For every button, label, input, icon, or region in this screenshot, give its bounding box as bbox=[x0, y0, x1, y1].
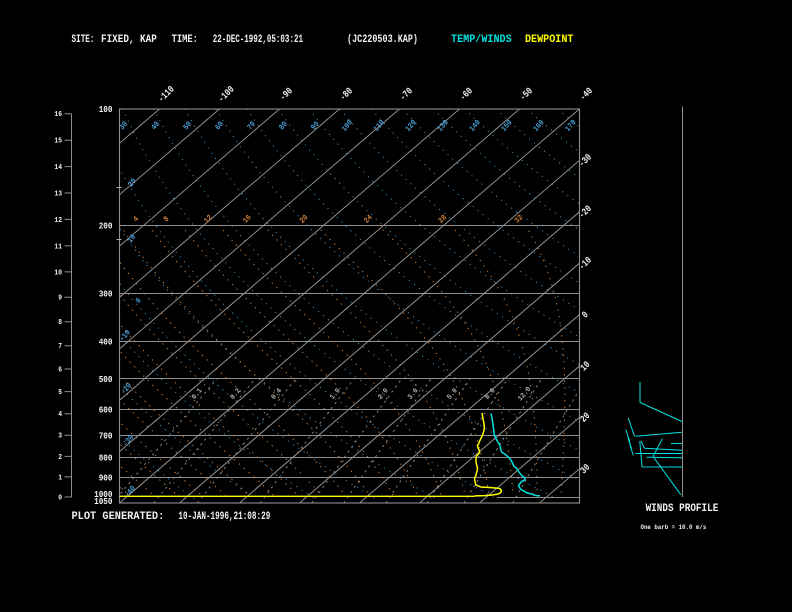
svg-text:200: 200 bbox=[99, 220, 113, 231]
svg-text:8: 8 bbox=[58, 319, 62, 327]
svg-text:400: 400 bbox=[99, 337, 113, 348]
svg-text:3: 3 bbox=[58, 433, 62, 441]
svg-text:TIME:: TIME: bbox=[172, 34, 198, 46]
svg-text:900: 900 bbox=[99, 472, 113, 483]
svg-text:13: 13 bbox=[54, 190, 62, 198]
svg-text:FIXED, KAP: FIXED, KAP bbox=[101, 34, 157, 46]
svg-text:1050: 1050 bbox=[94, 496, 112, 507]
svg-text:300: 300 bbox=[99, 288, 113, 299]
svg-text:700: 700 bbox=[99, 430, 113, 441]
svg-text:800: 800 bbox=[99, 453, 113, 464]
svg-text:11: 11 bbox=[54, 243, 62, 251]
svg-text:1: 1 bbox=[58, 474, 62, 482]
svg-text:(JC220503.KAP): (JC220503.KAP) bbox=[347, 34, 418, 46]
svg-text:9: 9 bbox=[58, 295, 62, 303]
svg-text:5: 5 bbox=[58, 389, 62, 397]
svg-text:2: 2 bbox=[58, 454, 62, 462]
svg-text:12: 12 bbox=[54, 217, 62, 225]
svg-text:100: 100 bbox=[99, 104, 113, 115]
svg-text:6: 6 bbox=[58, 366, 62, 374]
svg-text:500: 500 bbox=[99, 374, 113, 385]
svg-text:TEMP/WINDS: TEMP/WINDS bbox=[451, 34, 512, 46]
svg-text:7: 7 bbox=[58, 343, 62, 351]
svg-text:22-DEC-1992,05:03:21: 22-DEC-1992,05:03:21 bbox=[213, 34, 303, 46]
svg-text:PLOT GENERATED:: PLOT GENERATED: bbox=[72, 511, 165, 523]
svg-text:One barb = 10.0 m/s: One barb = 10.0 m/s bbox=[641, 524, 707, 532]
svg-text:DEWPOINT: DEWPOINT bbox=[525, 34, 574, 46]
svg-text:10-JAN-1996,21:08:29: 10-JAN-1996,21:08:29 bbox=[178, 511, 270, 523]
svg-text:14: 14 bbox=[54, 164, 62, 172]
svg-text:SITE:: SITE: bbox=[72, 34, 95, 46]
svg-text:600: 600 bbox=[99, 404, 113, 415]
svg-text:4: 4 bbox=[58, 411, 62, 419]
svg-text:10: 10 bbox=[54, 269, 62, 277]
svg-text:WINDS PROFILE: WINDS PROFILE bbox=[646, 503, 719, 515]
svg-text:16: 16 bbox=[54, 111, 62, 119]
svg-text:0: 0 bbox=[58, 494, 62, 502]
svg-text:15: 15 bbox=[54, 138, 62, 146]
